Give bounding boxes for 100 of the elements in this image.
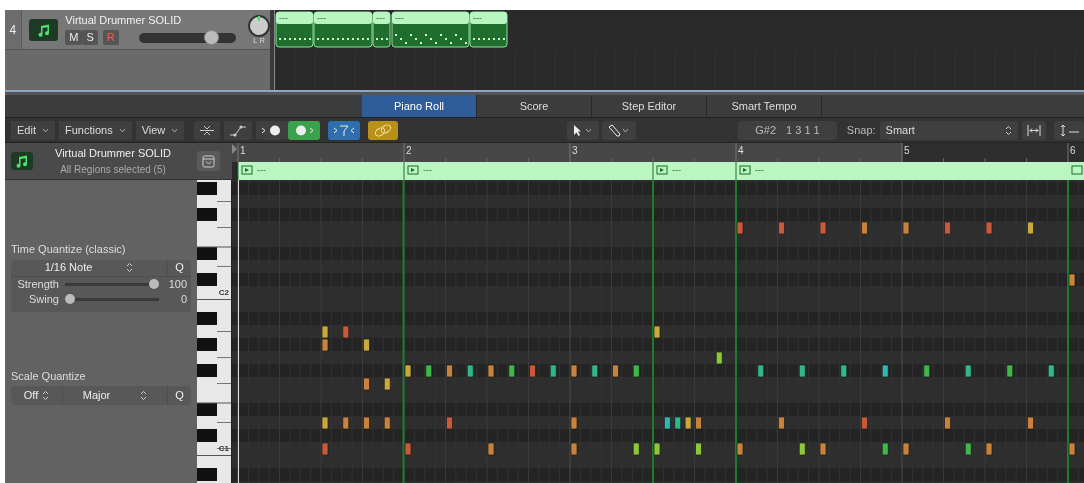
midi-note[interactable]	[342, 325, 350, 339]
midi-note[interactable]	[881, 364, 889, 378]
menu-button[interactable]: Functions	[58, 120, 132, 140]
midi-note[interactable]	[695, 416, 702, 430]
scale-type-dropdown[interactable]: Major	[63, 386, 167, 405]
midi-note[interactable]	[840, 364, 848, 378]
midi-note[interactable]	[383, 377, 391, 391]
midi-note[interactable]	[881, 442, 889, 456]
quantize-value-dropdown[interactable]: 1/16 Note	[11, 259, 167, 276]
midi-note[interactable]	[508, 364, 516, 378]
midi-note[interactable]	[674, 416, 682, 430]
midi-note[interactable]	[446, 416, 453, 430]
menu-button[interactable]: Edit	[11, 120, 55, 140]
midi-note[interactable]	[1027, 221, 1034, 235]
midi-note[interactable]	[695, 442, 702, 456]
midi-note[interactable]	[404, 364, 412, 378]
midi-note[interactable]	[570, 364, 578, 378]
midi-note[interactable]	[404, 442, 412, 456]
midi-note[interactable]	[383, 416, 391, 430]
midi-note[interactable]	[570, 442, 578, 456]
midi-note[interactable]	[446, 364, 453, 378]
midi-note[interactable]	[321, 416, 329, 430]
quantize-button[interactable]: Q	[167, 259, 191, 276]
midi-in-button[interactable]	[256, 120, 289, 140]
midi-region[interactable]	[372, 11, 391, 48]
midi-out-button[interactable]	[288, 120, 321, 140]
midi-note[interactable]	[944, 416, 951, 430]
midi-note[interactable]	[591, 364, 599, 378]
midi-note[interactable]	[653, 325, 661, 339]
midi-note[interactable]	[529, 364, 536, 378]
pointer-tool-button[interactable]	[567, 120, 600, 140]
midi-note[interactable]	[1027, 416, 1034, 430]
slider-thumb[interactable]	[149, 279, 159, 289]
midi-note[interactable]	[964, 364, 972, 378]
midi-note[interactable]	[985, 221, 993, 235]
pencil-tool-button[interactable]	[602, 120, 637, 140]
midi-note[interactable]	[715, 351, 723, 365]
editor-tab[interactable]: Step Editor	[592, 95, 707, 117]
solo-button[interactable]: S	[82, 29, 98, 45]
midi-note[interactable]	[1006, 364, 1014, 378]
midi-note[interactable]	[549, 364, 557, 378]
filter-button[interactable]	[328, 120, 361, 140]
mute-button[interactable]: M	[65, 29, 83, 45]
volume-slider[interactable]	[139, 32, 236, 43]
inspector-toggle-button[interactable]	[197, 151, 220, 171]
menu-button[interactable]: View	[135, 120, 185, 140]
piano-keyboard[interactable]	[197, 180, 232, 483]
midi-note[interactable]	[1047, 364, 1055, 378]
midi-note[interactable]	[321, 325, 329, 339]
snap-dropdown[interactable]: Smart	[879, 120, 1018, 140]
midi-note[interactable]	[664, 416, 671, 430]
midi-note[interactable]	[778, 416, 785, 430]
midi-note[interactable]	[487, 364, 495, 378]
fit-width-button[interactable]	[1022, 120, 1046, 140]
midi-note[interactable]	[363, 338, 370, 352]
midi-region[interactable]	[391, 11, 470, 48]
midi-note[interactable]	[778, 221, 785, 235]
midi-note[interactable]	[321, 442, 329, 456]
midi-note[interactable]	[684, 416, 692, 430]
midi-region[interactable]	[469, 11, 508, 48]
midi-note[interactable]	[736, 221, 744, 235]
editor-tab[interactable]: Piano Roll	[362, 95, 477, 117]
editor-tab[interactable]: Smart Tempo	[707, 95, 822, 117]
midi-note[interactable]	[342, 416, 350, 430]
slider-thumb[interactable]	[65, 294, 75, 304]
midi-note[interactable]	[819, 442, 827, 456]
midi-note[interactable]	[321, 338, 329, 352]
link-button[interactable]	[368, 120, 399, 140]
midi-note[interactable]	[632, 364, 640, 378]
midi-note[interactable]	[363, 377, 370, 391]
midi-note[interactable]	[425, 364, 433, 378]
midi-region[interactable]	[275, 11, 314, 48]
automation-button[interactable]	[224, 120, 253, 140]
scale-quantize-button[interactable]: Q	[167, 386, 191, 405]
midi-note[interactable]	[466, 364, 474, 378]
midi-note[interactable]	[798, 364, 806, 378]
midi-note[interactable]	[902, 221, 910, 235]
scale-root-dropdown[interactable]: Off	[11, 386, 63, 405]
midi-note[interactable]	[736, 442, 744, 456]
midi-note[interactable]	[363, 416, 370, 430]
midi-note[interactable]	[902, 442, 910, 456]
midi-note[interactable]	[487, 442, 495, 456]
midi-note[interactable]	[985, 442, 993, 456]
midi-note[interactable]	[861, 416, 868, 430]
midi-note[interactable]	[819, 221, 827, 235]
midi-note[interactable]	[798, 442, 806, 456]
midi-note[interactable]	[923, 364, 931, 378]
midi-note[interactable]	[612, 364, 619, 378]
editor-tab[interactable]: Score	[477, 95, 592, 117]
vertical-zoom-button[interactable]	[1054, 120, 1084, 140]
slider-track[interactable]	[65, 279, 159, 289]
midi-note[interactable]	[653, 442, 661, 456]
slider-thumb[interactable]	[203, 29, 219, 45]
midi-note[interactable]	[861, 221, 868, 235]
midi-note[interactable]	[570, 416, 578, 430]
midi-note[interactable]	[964, 442, 972, 456]
midi-note[interactable]	[944, 221, 951, 235]
midi-note[interactable]	[1068, 442, 1076, 456]
midi-note[interactable]	[757, 364, 765, 378]
collapse-button[interactable]	[194, 120, 221, 140]
